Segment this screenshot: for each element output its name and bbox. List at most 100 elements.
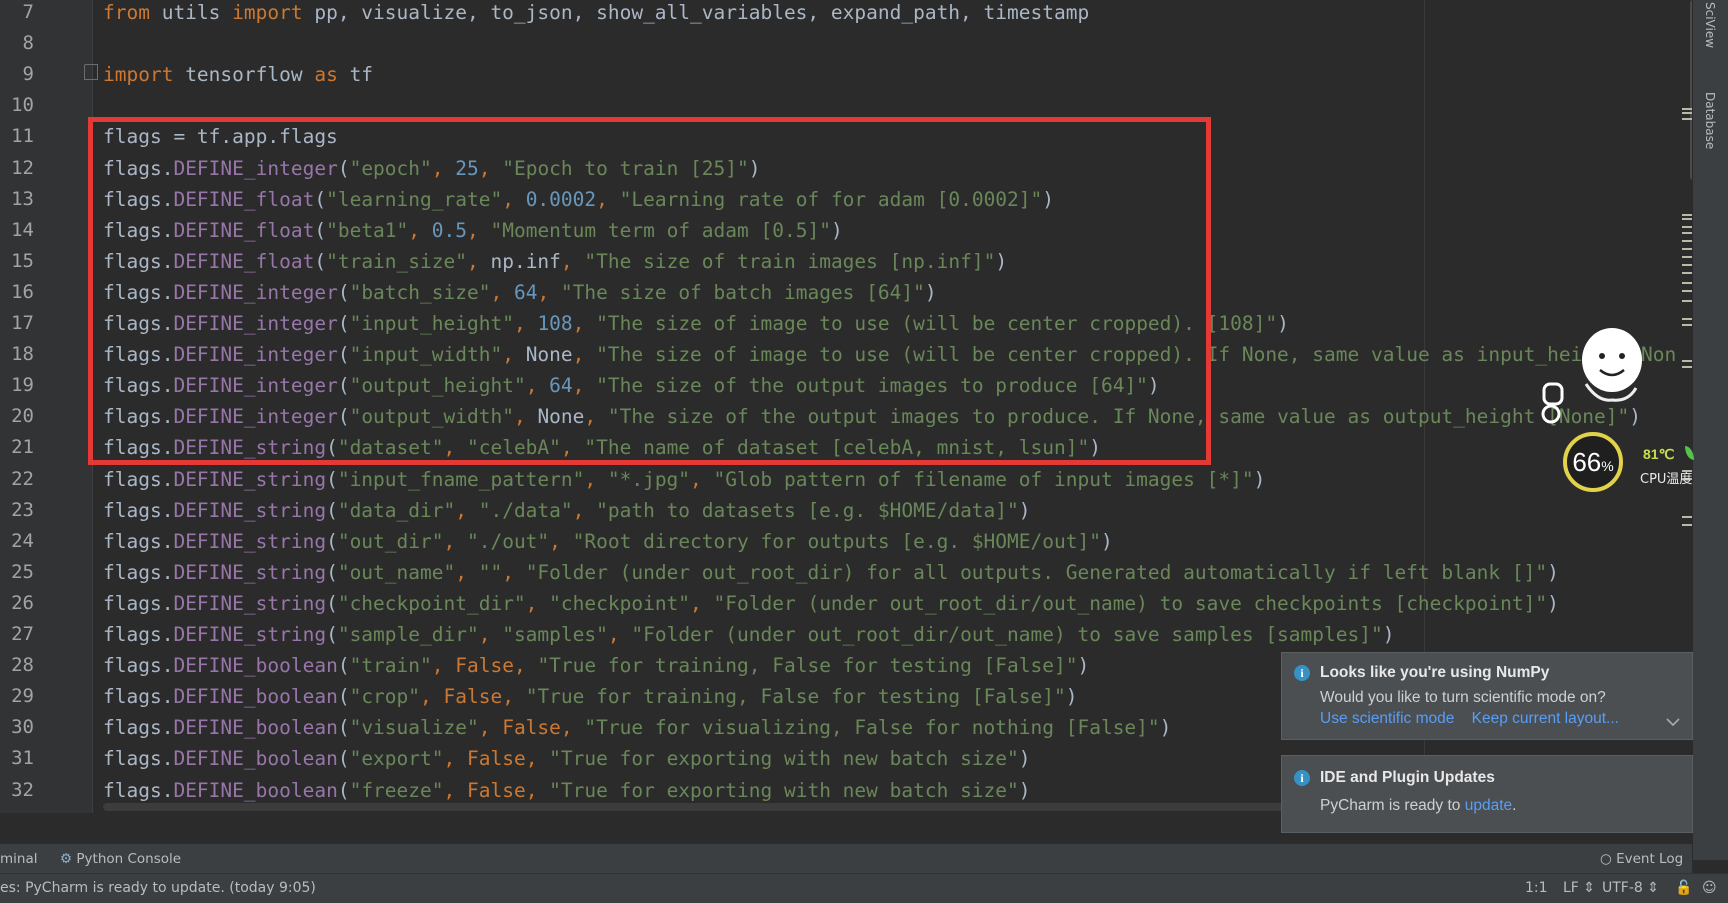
code-token: "True for training, False for testing [F… xyxy=(537,654,1078,678)
code-token: import xyxy=(103,63,186,87)
code-token: False xyxy=(443,685,503,709)
code-line[interactable]: from utils import pp, visualize, to_json… xyxy=(103,0,1089,28)
code-token: "./out" xyxy=(466,529,550,553)
code-token: ) xyxy=(1065,685,1078,709)
code-token: DEFINE_string xyxy=(173,591,327,615)
code-token: DEFINE_boolean xyxy=(173,654,338,678)
code-token: ) xyxy=(1018,498,1031,522)
code-token: ( xyxy=(326,560,338,584)
line-number: 11 xyxy=(11,125,34,148)
code-token: "./data" xyxy=(478,498,573,522)
updates-notification[interactable]: i IDE and Plugin Updates PyCharm is read… xyxy=(1281,755,1693,833)
code-line[interactable]: flags.DEFINE_string("out_dir", "./out", … xyxy=(103,526,1113,557)
code-token: utils xyxy=(161,1,233,24)
keep-layout-link[interactable]: Keep current layout... xyxy=(1472,710,1619,727)
sciview-tab[interactable]: SciView xyxy=(1703,2,1717,48)
line-number-gutter: 7 8 9 10 11 12 13 14 15 16 17 18 19 20 21 22 23 24 25 26 27 2… xyxy=(0,0,92,813)
code-token: ) xyxy=(1100,529,1113,553)
code-token: ( xyxy=(337,654,350,678)
code-line[interactable]: flags.DEFINE_boolean("crop", False, "Tru… xyxy=(103,681,1078,712)
event-log-label: Event Log xyxy=(1616,851,1684,867)
code-line[interactable]: import tensorflow as tf xyxy=(103,59,373,90)
file-encoding[interactable]: UTF-8 ⇕ xyxy=(1602,874,1659,903)
line-number: 7 xyxy=(22,1,34,23)
code-token: tf xyxy=(349,63,374,87)
code-token: ( xyxy=(326,529,338,553)
code-token: ( xyxy=(337,685,350,709)
code-token: "True for training, False for testing [F… xyxy=(525,685,1066,709)
line-number: 27 xyxy=(11,623,34,645)
line-number: 26 xyxy=(11,591,34,614)
notification-links: Use scientific mode Keep current layout.… xyxy=(1320,710,1619,728)
inspector-icon[interactable]: ☺ xyxy=(1702,874,1717,903)
code-token: ( xyxy=(337,716,350,740)
database-tab[interactable]: Database xyxy=(1703,92,1717,149)
code-token: , xyxy=(420,685,444,709)
numpy-notification[interactable]: i Looks like you're using NumPy Would yo… xyxy=(1281,652,1693,740)
code-token: pp, visualize, to_json, show_all_variabl… xyxy=(314,1,1090,24)
code-token: ) xyxy=(1018,747,1031,771)
code-token: , xyxy=(431,654,456,678)
code-token: DEFINE_boolean xyxy=(173,685,338,709)
mascot-image xyxy=(1538,322,1648,432)
python-icon: ⚙ xyxy=(60,851,73,867)
code-token: flags. xyxy=(103,467,174,491)
code-token: , xyxy=(455,498,479,522)
code-token: from xyxy=(103,1,162,24)
notification-text: Would you like to turn scientific mode o… xyxy=(1320,689,1606,706)
python-console-tab[interactable]: ⚙ Python Console xyxy=(60,844,181,874)
code-token: "checkpoint" xyxy=(549,591,691,615)
code-token: "True for exporting with new batch size" xyxy=(549,778,1019,802)
line-number: 32 xyxy=(11,778,34,801)
line-number: 16 xyxy=(11,280,34,303)
code-token: "data_dir" xyxy=(337,498,456,522)
code-token: ) xyxy=(1253,467,1266,491)
code-token: ( xyxy=(326,623,338,646)
notification-title: Looks like you're using NumPy xyxy=(1320,664,1550,681)
code-token: flags. xyxy=(103,560,174,584)
info-icon: i xyxy=(1294,770,1310,786)
code-line[interactable]: flags.DEFINE_boolean("train", False, "Tr… xyxy=(103,650,1089,681)
code-token: , xyxy=(690,467,714,491)
line-number: 24 xyxy=(11,529,34,552)
code-token: flags. xyxy=(103,498,174,522)
code-line[interactable]: flags.DEFINE_string("checkpoint_dir", "c… xyxy=(103,588,1559,619)
notification-title: IDE and Plugin Updates xyxy=(1320,769,1495,786)
line-number: 9 xyxy=(22,63,34,86)
code-token: "True for visualizing, False for nothing… xyxy=(584,716,1160,740)
code-token: ) xyxy=(1277,312,1289,335)
code-token: "samples" xyxy=(502,623,608,646)
event-log-tab[interactable]: ○ Event Log xyxy=(1600,844,1683,874)
code-token: "sample_dir" xyxy=(337,623,479,646)
cpu-monitor-widget[interactable]: 66% 81℃ CPU温度 xyxy=(1563,432,1694,494)
code-line[interactable]: flags.DEFINE_string("input_fname_pattern… xyxy=(103,464,1265,495)
code-line[interactable]: flags.DEFINE_string("out_name", "", "Fol… xyxy=(103,557,1559,588)
update-link[interactable]: update xyxy=(1465,797,1512,814)
code-token: flags. xyxy=(103,591,174,615)
line-number: 12 xyxy=(11,156,34,179)
line-separator[interactable]: LF ⇕ xyxy=(1563,874,1595,903)
code-line[interactable]: flags.DEFINE_boolean("visualize", False,… xyxy=(103,712,1171,743)
code-token: , xyxy=(513,654,538,678)
fold-marker-icon[interactable] xyxy=(84,64,98,80)
line-number: 22 xyxy=(11,467,34,490)
code-line[interactable]: flags.DEFINE_string("sample_dir", "sampl… xyxy=(103,619,1394,650)
chevron-down-icon[interactable] xyxy=(1666,717,1680,727)
code-token: "Root directory for outputs [e.g. $HOME/… xyxy=(572,529,1101,553)
use-scientific-mode-link[interactable]: Use scientific mode xyxy=(1320,710,1454,727)
code-line[interactable]: flags.DEFINE_boolean("export", False, "T… xyxy=(103,743,1031,774)
code-token: flags. xyxy=(103,747,174,771)
code-line[interactable]: flags.DEFINE_boolean("freeze", False, "T… xyxy=(103,775,1031,806)
code-token: "visualize" xyxy=(349,716,479,740)
code-line[interactable]: flags.DEFINE_string("data_dir", "./data"… xyxy=(103,495,1031,526)
lock-icon[interactable]: 🔓 xyxy=(1675,874,1692,903)
caret-position[interactable]: 1:1 xyxy=(1525,874,1548,903)
line-number: 15 xyxy=(11,249,34,272)
code-token: , xyxy=(478,716,503,740)
code-token: ( xyxy=(326,467,338,491)
code-token: flags. xyxy=(103,654,174,678)
status-message[interactable]: es: PyCharm is ready to update. (today 9… xyxy=(0,874,316,903)
terminal-tab[interactable]: minal xyxy=(0,844,37,874)
line-number: 8 xyxy=(22,32,34,55)
code-token: , xyxy=(549,529,573,553)
